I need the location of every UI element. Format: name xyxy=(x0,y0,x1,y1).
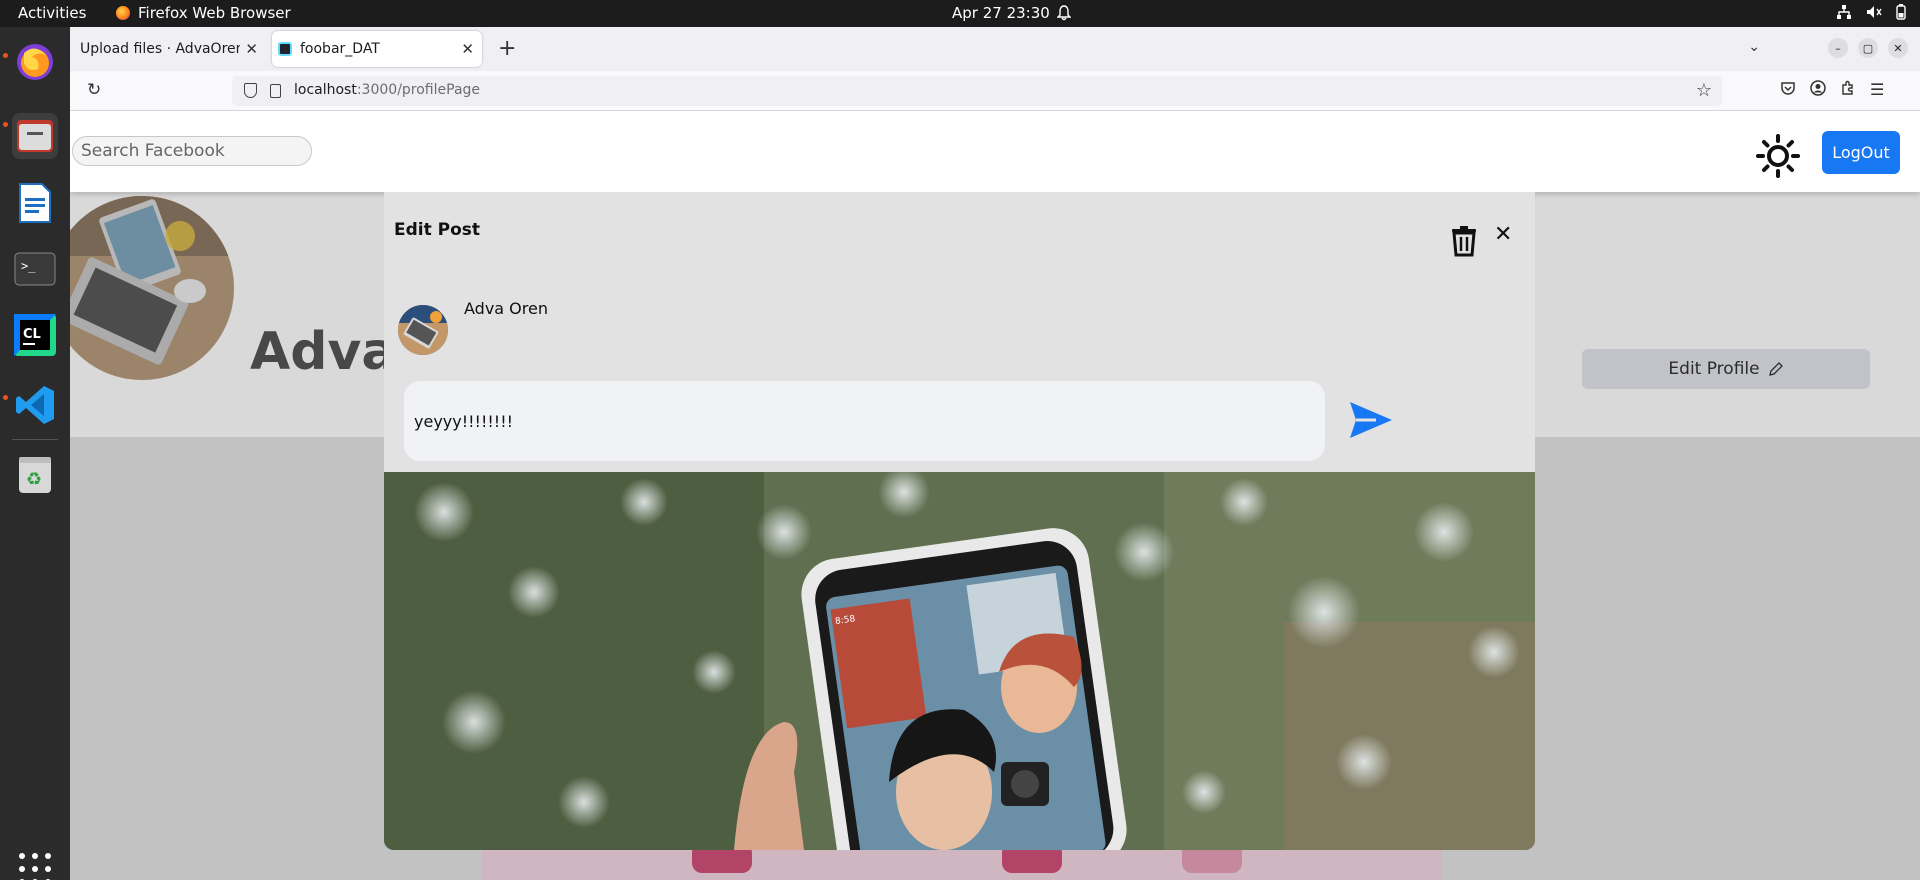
url-text[interactable]: localhost:3000/profilePage xyxy=(294,82,480,98)
reload-icon[interactable]: ↻ xyxy=(87,80,101,100)
account-icon[interactable] xyxy=(1810,80,1826,100)
sun-icon[interactable] xyxy=(1756,134,1800,178)
app-menu[interactable]: Firefox Web Browser xyxy=(116,4,291,22)
running-indicator xyxy=(3,122,8,127)
tab-upload-files[interactable]: Upload files · AdvaOren/f ✕ xyxy=(74,31,266,67)
clion-dock-icon[interactable]: CL xyxy=(12,312,58,358)
dock-separator xyxy=(12,439,58,440)
extensions-icon[interactable] xyxy=(1840,80,1856,100)
files-dock-icon[interactable] xyxy=(12,113,58,159)
tab-foobar[interactable]: foobar_DAT ✕ xyxy=(272,31,482,67)
battery-icon[interactable] xyxy=(1896,4,1906,24)
logout-button[interactable]: LogOut xyxy=(1822,131,1900,174)
send-icon[interactable] xyxy=(1346,398,1396,442)
trash-icon[interactable] xyxy=(1449,225,1479,257)
trash-dock-icon[interactable]: ♻ xyxy=(12,451,58,497)
svg-text:♻: ♻ xyxy=(26,469,42,490)
svg-text:>_: >_ xyxy=(21,259,36,273)
bookmark-star-icon[interactable]: ☆ xyxy=(1696,80,1712,101)
author-avatar xyxy=(398,305,448,355)
running-indicator xyxy=(3,395,8,400)
modal-title: Edit Post xyxy=(394,220,481,240)
tab-label: Upload files · AdvaOren/f xyxy=(80,41,240,57)
terminal-dock-icon[interactable]: >_ xyxy=(12,246,58,292)
firefox-icon xyxy=(116,6,130,20)
volume-icon[interactable] xyxy=(1866,4,1882,24)
bell-icon xyxy=(1057,5,1071,21)
url-bar[interactable]: localhost:3000/profilePage ☆ xyxy=(232,76,1722,106)
firefox-dock-icon[interactable] xyxy=(12,39,58,85)
network-icon[interactable] xyxy=(1836,4,1852,24)
pocket-icon[interactable] xyxy=(1780,80,1796,100)
close-window-button[interactable]: ✕ xyxy=(1888,38,1908,58)
svg-text:CL: CL xyxy=(23,327,41,342)
activities-button[interactable]: Activities xyxy=(18,4,86,22)
list-all-tabs-icon[interactable]: ⌄ xyxy=(1748,39,1760,55)
show-apps-icon[interactable] xyxy=(19,853,51,880)
maximize-button[interactable]: ▢ xyxy=(1858,38,1878,58)
close-icon[interactable]: ✕ xyxy=(245,40,258,58)
app-name: Firefox Web Browser xyxy=(138,4,291,22)
minimize-button[interactable]: – xyxy=(1828,38,1848,58)
search-input[interactable] xyxy=(72,136,312,166)
browser-tab-bar: Upload files · AdvaOren/f ✕ foobar_DAT ✕… xyxy=(70,27,1920,71)
tab-label: foobar_DAT xyxy=(300,41,380,57)
clock[interactable]: Apr 27 23:30 xyxy=(952,4,1050,22)
menu-icon[interactable]: ☰ xyxy=(1870,80,1884,99)
page-info-icon[interactable] xyxy=(270,84,281,98)
shield-icon[interactable] xyxy=(244,83,257,98)
new-tab-button[interactable]: + xyxy=(498,36,516,61)
navigation-bar: ↻ localhost:3000/profilePage ☆ ☰ xyxy=(70,71,1920,111)
dock: >_ CL ♻ xyxy=(0,27,70,880)
author-name: Adva Oren xyxy=(464,299,548,318)
system-top-bar: Activities Firefox Web Browser Apr 27 23… xyxy=(0,0,1920,27)
close-icon[interactable]: ✕ xyxy=(1494,222,1512,247)
vscode-dock-icon[interactable] xyxy=(12,382,58,428)
post-image: 8:58 xyxy=(384,472,1535,850)
post-text-input[interactable] xyxy=(404,381,1325,461)
close-icon[interactable]: ✕ xyxy=(461,40,474,58)
react-icon xyxy=(278,42,292,56)
writer-dock-icon[interactable] xyxy=(12,180,58,226)
edit-post-modal: Edit Post ✕ Adva Oren yeyyy!!!!!!!! 8:58 xyxy=(384,192,1535,850)
app-header: LogOut xyxy=(70,112,1920,192)
running-indicator xyxy=(3,53,8,58)
page-content: LogOut Adva Edit Profile xyxy=(70,112,1920,880)
